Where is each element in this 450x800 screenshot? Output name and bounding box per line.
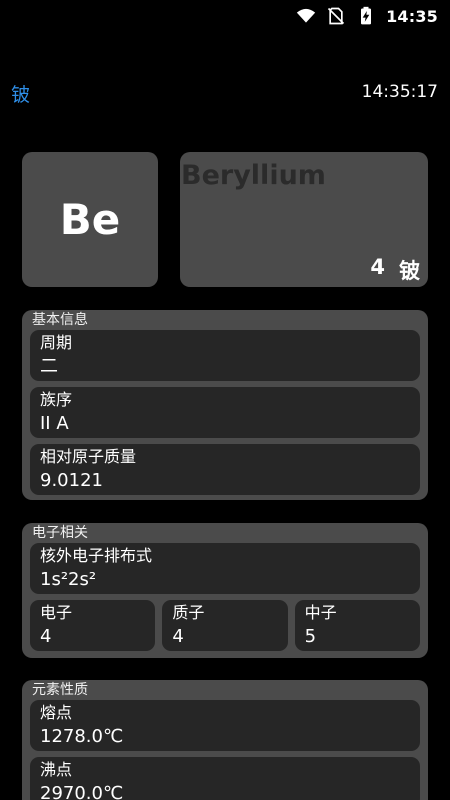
field-value: 9.0121 <box>40 470 103 491</box>
card-title: 电子相关 <box>32 525 88 541</box>
element-symbol: Be <box>59 195 121 244</box>
field-label: 电子 <box>40 603 73 622</box>
particle-row: 电子 4 质子 4 中子 5 <box>30 600 420 657</box>
period-field: 周期 二 <box>30 330 420 381</box>
battery-charging-icon <box>361 6 372 25</box>
field-value: 1278.0℃ <box>40 726 124 747</box>
card-title: 基本信息 <box>32 312 88 328</box>
status-bar: 14:35 <box>0 0 450 32</box>
field-label: 周期 <box>40 333 73 352</box>
field-value: 二 <box>40 356 58 377</box>
element-number-group: 4 铍 <box>370 255 420 285</box>
field-label: 沸点 <box>40 760 73 779</box>
basic-info-card: 基本信息 周期 二 族序 II A 相对原子质量 9.0121 <box>22 310 428 500</box>
field-label: 核外电子排布式 <box>40 546 153 565</box>
clock: 14:35:17 <box>361 82 438 102</box>
wifi-icon <box>296 8 316 23</box>
field-label: 中子 <box>304 603 337 622</box>
electron-config-field: 核外电子排布式 1s²2s² <box>30 543 420 594</box>
status-icons: 14:35 <box>296 6 438 26</box>
field-value: 4 <box>40 626 52 647</box>
electrons-field: 电子 4 <box>30 600 156 651</box>
element-name-tile: Beryllium 4 铍 <box>180 152 428 287</box>
protons-field: 质子 4 <box>162 600 288 651</box>
field-label: 族序 <box>40 390 73 409</box>
status-time: 14:35 <box>386 6 438 26</box>
group-field: 族序 II A <box>30 387 420 438</box>
melting-point-field: 熔点 1278.0℃ <box>30 700 420 751</box>
field-value: II A <box>40 413 69 434</box>
field-label: 质子 <box>172 603 205 622</box>
field-value: 5 <box>304 626 317 647</box>
page-title: 铍 <box>11 84 31 106</box>
no-sim-icon <box>327 7 345 25</box>
electron-card: 电子相关 核外电子排布式 1s²2s² 电子 4 质子 4 中子 5 <box>22 523 428 658</box>
boiling-point-field: 沸点 2970.0℃ <box>30 757 420 800</box>
element-english-name: Beryllium <box>181 160 326 191</box>
card-title: 元素性质 <box>32 682 88 698</box>
field-value: 4 <box>172 626 184 647</box>
field-label: 熔点 <box>40 703 73 722</box>
element-symbol-tile: Be <box>22 152 158 287</box>
field-value: 1s²2s² <box>40 569 97 590</box>
atomic-mass-field: 相对原子质量 9.0121 <box>30 444 420 495</box>
element-chinese-name: 铍 <box>399 259 420 283</box>
neutrons-field: 中子 5 <box>294 600 420 651</box>
properties-card: 元素性质 熔点 1278.0℃ 沸点 2970.0℃ <box>22 680 428 800</box>
field-label: 相对原子质量 <box>40 447 137 466</box>
field-value: 2970.0℃ <box>40 783 124 800</box>
atomic-number: 4 <box>370 255 385 279</box>
